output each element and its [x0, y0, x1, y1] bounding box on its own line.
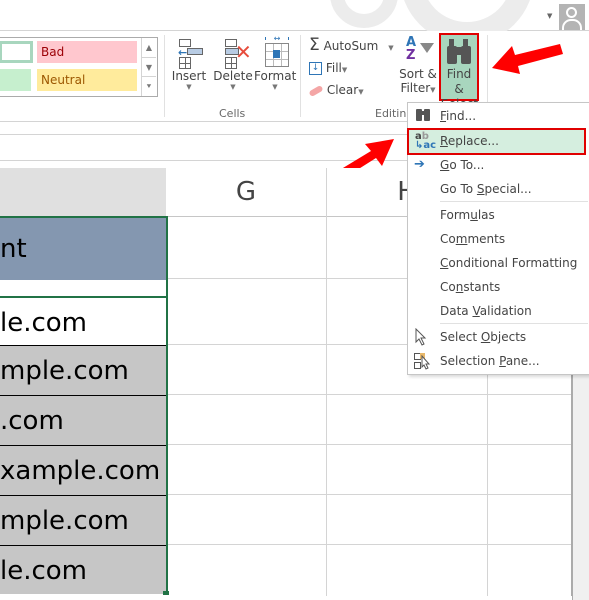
delete-button[interactable]: ✕ Delete ▼: [212, 37, 254, 91]
delete-dropdown-caret: ▼: [230, 83, 236, 91]
gallery-scroll-down[interactable]: ▼: [141, 57, 156, 77]
table-cell[interactable]: xample.com: [0, 446, 166, 496]
autosum-button[interactable]: Σ AutoSum ▼: [309, 35, 394, 55]
menu-item-label: Find...: [440, 109, 477, 123]
menu-item-label: Selection Pane...: [440, 354, 540, 368]
find-select-menu: Find... ab ↳ac Replace... ➔ Go To... Go T…: [407, 102, 589, 375]
menu-separator: [440, 201, 588, 202]
autosum-label: AutoSum: [323, 39, 379, 53]
menu-item-constants[interactable]: Constants: [408, 275, 589, 299]
table-cell[interactable]: mple.com: [0, 496, 166, 546]
menu-item-label: Go To Special...: [440, 182, 532, 196]
format-cells-icon: ↔: [259, 35, 291, 69]
menu-item-replace[interactable]: ab ↳ac Replace...: [407, 128, 586, 155]
menu-item-label: Select Objects: [440, 330, 527, 344]
selection-border: [166, 216, 168, 594]
insert-label: Insert: [171, 69, 207, 83]
autosum-caret: ▼: [388, 44, 394, 52]
gallery-scroll-up[interactable]: ▲: [141, 38, 156, 57]
menu-item-label: Comments: [440, 232, 506, 246]
format-dropdown-caret: ▼: [272, 83, 278, 91]
gallery-more[interactable]: ⯆: [141, 76, 156, 96]
cells-group-label: Cells: [219, 107, 246, 120]
account-dropdown-caret[interactable]: ▼: [547, 12, 552, 20]
gridline: [326, 216, 327, 596]
find-select-button[interactable]: Find & Select▼: [439, 33, 483, 111]
replace-icon: ab ↳ac: [415, 131, 437, 151]
clear-caret: ▼: [358, 88, 364, 96]
group-separator: [164, 35, 165, 117]
menu-separator: [440, 323, 588, 324]
style-normal[interactable]: [0, 41, 33, 63]
fill-button[interactable]: ↓ Fill▼: [309, 58, 347, 78]
gridline: [168, 544, 572, 545]
column-header-f[interactable]: [0, 168, 166, 217]
fill-down-icon: ↓: [309, 62, 322, 75]
eraser-icon: [308, 84, 324, 97]
menu-item-go-to[interactable]: ➔ Go To...: [408, 153, 589, 177]
style-good[interactable]: [0, 69, 31, 91]
arrow-right-icon: ➔: [414, 157, 425, 172]
binoculars-icon: [414, 107, 432, 125]
clear-button[interactable]: Clear▼: [308, 80, 364, 100]
menu-item-data-validation[interactable]: Data Validation: [408, 299, 589, 323]
menu-item-comments[interactable]: Comments: [408, 227, 589, 251]
sort-filter-icon: A Z: [402, 35, 434, 67]
style-neutral[interactable]: Neutral: [37, 69, 137, 91]
insert-button[interactable]: ← Insert ▼: [170, 37, 208, 91]
menu-item-formulas[interactable]: Formulas: [408, 203, 589, 227]
gridline: [168, 444, 572, 445]
table-cell[interactable]: le.com: [0, 296, 166, 346]
menu-item-label: Formulas: [440, 208, 495, 222]
user-avatar[interactable]: [559, 4, 585, 30]
table-cell[interactable]: le.com: [0, 546, 166, 594]
sort-filter-label-line2: Filter▼: [400, 81, 436, 95]
background-decoration: [330, 0, 398, 28]
menu-item-go-to-special[interactable]: Go To Special...: [408, 177, 589, 201]
menu-item-label: Constants: [440, 280, 501, 294]
fill-caret: ▼: [341, 66, 348, 74]
title-bar: ▼: [0, 0, 589, 44]
menu-item-label: Data Validation: [440, 304, 532, 318]
clear-label: Clear: [326, 83, 359, 97]
cell-styles-gallery: Bad Neutral ▲ ▼ ⯆: [0, 37, 158, 97]
menu-item-select-objects[interactable]: Select Objects: [408, 325, 589, 349]
sort-filter-button[interactable]: A Z Sort & Filter▼: [398, 35, 438, 95]
menu-item-find[interactable]: Find...: [408, 104, 589, 128]
column-header-g[interactable]: G: [166, 168, 327, 217]
menu-item-label: Conditional Formatting: [440, 256, 578, 270]
format-button[interactable]: ↔ Format ▼: [254, 35, 297, 92]
format-label: Format: [254, 69, 297, 83]
pointer-icon: [414, 327, 432, 346]
menu-item-label: Go To...: [440, 158, 485, 172]
menu-item-selection-pane[interactable]: Selection Pane...: [408, 349, 589, 373]
selection-pane-icon: [414, 352, 432, 370]
menu-item-conditional-formatting[interactable]: Conditional Formatting: [408, 251, 589, 275]
group-separator: [300, 35, 301, 117]
delete-cells-icon: ✕: [217, 37, 252, 69]
table-header-cell[interactable]: nt: [0, 216, 166, 280]
find-select-label: Find &: [446, 67, 472, 96]
style-bad[interactable]: Bad: [37, 41, 137, 63]
insert-dropdown-caret: ▼: [186, 83, 192, 91]
gridline: [168, 394, 572, 395]
fill-handle[interactable]: [163, 591, 169, 595]
sort-filter-label: Sort &: [399, 67, 437, 81]
fill-label: Fill: [325, 61, 342, 75]
binoculars-icon: [447, 39, 471, 67]
table-cell[interactable]: .com: [0, 396, 166, 446]
menu-item-label: Replace...: [440, 134, 499, 148]
table-cell[interactable]: mple.com: [0, 346, 166, 396]
gridline: [168, 494, 572, 495]
annotation-arrow-find-select: [492, 44, 563, 74]
delete-label: Delete: [213, 69, 253, 83]
insert-cells-icon: ←: [173, 37, 205, 69]
vertical-scrollbar[interactable]: [572, 370, 589, 600]
sigma-icon: Σ: [309, 35, 320, 55]
